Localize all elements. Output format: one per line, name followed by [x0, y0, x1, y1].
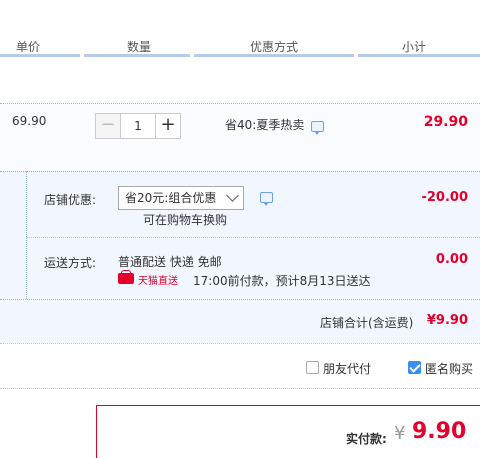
- shop-total-amount: ¥9.90: [426, 313, 468, 328]
- shipping-amount: 0.00: [435, 252, 468, 267]
- item-promotion: 省40:夏季热卖: [225, 118, 305, 132]
- shop-discount-label: 店铺优惠:: [44, 193, 97, 207]
- shop-discount-select-value: 省20元:组合优惠: [125, 191, 217, 205]
- quantity-stepper: − 1 +: [95, 113, 181, 139]
- tmall-cart-icon: [118, 270, 134, 284]
- discount-info-icon[interactable]: [260, 192, 273, 206]
- shop-total-label: 店铺合计(含运费): [320, 316, 414, 330]
- shipping-label: 运送方式:: [44, 256, 97, 270]
- shop-discount-select[interactable]: 省20元:组合优惠: [118, 186, 244, 210]
- friend-pay-label[interactable]: 朋友代付: [323, 360, 371, 377]
- header-quantity: 数量: [127, 40, 152, 54]
- header-divider: [194, 54, 354, 57]
- promo-info-icon[interactable]: [311, 121, 324, 135]
- order-item-row: [0, 103, 480, 171]
- shop-discount-amount: -20.00: [421, 190, 468, 205]
- header-unit-price: 单价: [16, 40, 41, 54]
- shipping-method: 普通配送 快递 免邮: [118, 255, 222, 269]
- currency-symbol: ¥: [394, 423, 406, 444]
- table-header: 单价 数量 优惠方式 小计: [0, 0, 480, 60]
- tmall-direct-text: 天猫直送: [138, 276, 178, 287]
- increase-quantity-button[interactable]: +: [155, 113, 181, 139]
- header-subtotal: 小计: [402, 40, 427, 54]
- header-divider: [84, 54, 190, 57]
- delivery-estimate: 17:00前付款，预计8月13日送达: [193, 274, 371, 288]
- discount-hint: 可在购物车换购: [143, 213, 228, 227]
- anonymous-purchase-checkbox[interactable]: [408, 361, 421, 374]
- friend-pay-checkbox[interactable]: [306, 361, 319, 374]
- divider: [26, 237, 480, 238]
- chevron-down-icon: [226, 189, 239, 202]
- header-discount: 优惠方式: [250, 40, 299, 54]
- header-divider: [358, 54, 480, 57]
- tmall-direct-badge: 天猫直送: [118, 270, 184, 287]
- payment-amount: 9.90: [412, 419, 467, 444]
- payment-label: 实付款:: [346, 432, 387, 446]
- decrease-quantity-button[interactable]: −: [95, 113, 121, 139]
- header-divider: [0, 54, 80, 57]
- quantity-input[interactable]: 1: [121, 113, 155, 139]
- unit-price: 69.90: [12, 114, 47, 128]
- item-subtotal: 29.90: [423, 114, 468, 130]
- anonymous-purchase-label[interactable]: 匿名购买: [425, 360, 473, 377]
